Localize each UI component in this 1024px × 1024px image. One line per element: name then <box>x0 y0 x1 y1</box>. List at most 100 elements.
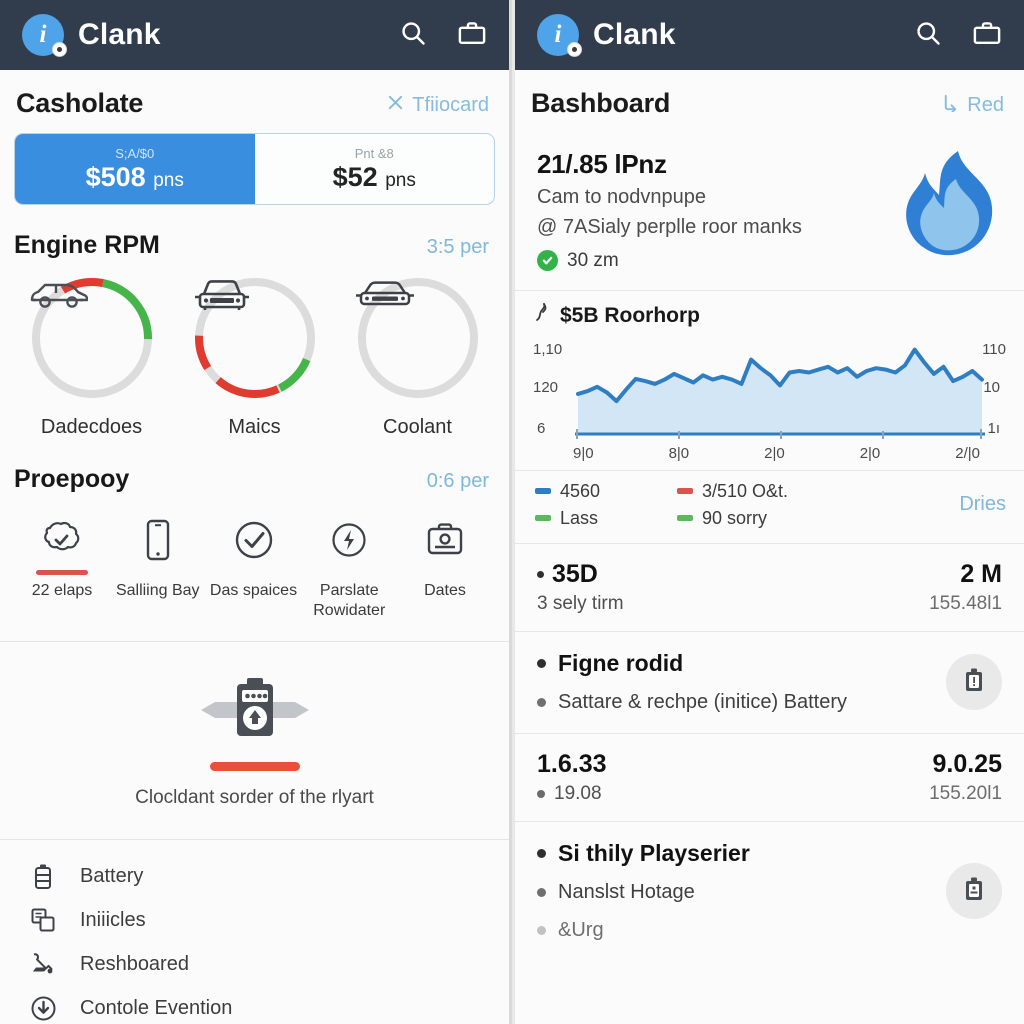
page-title: Casholate <box>16 88 144 118</box>
battery-module-icon <box>961 666 987 699</box>
stat-row-primary: 35D <box>537 560 624 589</box>
avatar[interactable]: i <box>537 14 582 57</box>
segment-1-caption: S;A/$0 <box>115 145 155 161</box>
search-icon[interactable] <box>399 19 427 52</box>
stat-row[interactable]: 35D 3 sely tirm 2 M 155.48l1 <box>515 544 1024 632</box>
stat-row-left: 35D 3 sely tirm <box>537 560 624 615</box>
stat-row-primary: 1.6.33 <box>537 750 607 779</box>
briefcase-icon[interactable] <box>972 19 1002 52</box>
list-item[interactable]: Battery <box>0 854 509 898</box>
blue-flame-icon <box>902 149 1000 266</box>
quick-action-label: 22 elaps <box>31 582 93 599</box>
list-item-label: Battery <box>80 864 144 887</box>
quick-section-meta[interactable]: 0:6 per <box>427 470 489 493</box>
left-menu-list: Battery Iniiicles Reshboared Contole Eve… <box>0 840 509 1024</box>
legend-item[interactable]: 3/510 O&t. <box>677 481 788 502</box>
segment-1-value: $508 pns <box>86 162 184 193</box>
battery-module-button[interactable] <box>946 654 1002 711</box>
gauge-item[interactable]: Maics <box>180 274 330 439</box>
x-axis-tick-5: 2/|0 <box>955 444 980 462</box>
quick-action-item[interactable]: Salliing Bay <box>112 512 204 621</box>
x-axis-tick-4: 2|0 <box>859 444 881 462</box>
toolbox-icon <box>399 512 491 568</box>
quick-action-item[interactable]: 22 elaps <box>16 512 108 621</box>
bullet-dot-icon <box>537 658 546 668</box>
tools-icon <box>28 951 58 977</box>
segment-2-caption: Pnt &8 <box>354 145 394 161</box>
bullet-dot-icon <box>537 570 544 578</box>
phone-icon <box>112 512 204 568</box>
segment-option-1[interactable]: S;A/$0 $508 pns <box>15 134 255 204</box>
bullet-row-title: Figne rodid <box>558 649 684 676</box>
legend-label: 90 sorry <box>702 507 768 528</box>
discard-link-label: Tfiiocard <box>412 94 489 116</box>
gauge-label: Coolant <box>383 416 452 438</box>
bullet-row-title-line: Si thily Playserier <box>537 840 750 867</box>
discard-link[interactable]: Tfiiocard <box>386 93 489 118</box>
engine-section-meta[interactable]: 3:5 per <box>427 236 489 259</box>
gauge-item[interactable]: Coolant <box>343 274 493 439</box>
empty-state-underline <box>209 762 300 771</box>
bullet-item: Nanslst Hotage <box>537 879 750 905</box>
legend-item[interactable]: Lass <box>535 508 655 529</box>
suv-car-icon <box>28 274 156 402</box>
bullet-dot-icon <box>537 789 545 798</box>
dual-panel-screen: i Clank Casholate Tfiiocard S;A/$0 $508 … <box>0 0 1024 1024</box>
x-axis-tick-3: 2|0 <box>764 444 785 462</box>
x-axis-tick-2: 8|0 <box>668 444 690 462</box>
bullet-dot-icon <box>537 697 546 707</box>
chart-plot-area: 1,10 120 6 110 10 1ı <box>533 335 1008 443</box>
list-item-label: Reshboared <box>80 952 189 975</box>
stat-row-left: 1.6.33 19.08 <box>537 750 607 805</box>
legend-action-link[interactable]: Dries <box>959 493 1006 516</box>
close-x-icon <box>386 93 405 118</box>
chart-title: $5B Roorhorp <box>560 303 701 327</box>
trend-icon <box>533 302 551 329</box>
stat-row-right: 9.0.25 155.20l1 <box>929 750 1002 805</box>
cloud-check-icon <box>16 512 108 568</box>
gauge-ring-2 <box>191 274 319 402</box>
list-item[interactable]: Contole Evention <box>0 986 509 1024</box>
avatar-badge <box>52 42 67 57</box>
bullet-dot-icon <box>537 848 546 858</box>
quick-action-label: Salliing Bay <box>115 582 200 599</box>
segment-1-unit: pns <box>153 169 184 191</box>
y-axis-tick-right-1: 110 <box>982 340 1006 358</box>
segment-option-2[interactable]: Pnt &8 $52 pns <box>255 134 495 204</box>
briefcase-icon[interactable] <box>457 19 487 52</box>
app-title: Clank <box>593 18 676 51</box>
list-item[interactable]: Iniiicles <box>0 898 509 942</box>
download-circle-icon <box>28 995 58 1022</box>
bullet-row[interactable]: Si thily Playserier Nanslst Hotage &Urg <box>515 822 1024 961</box>
bullet-row[interactable]: Figne rodid Sattare & rechpe (initice) B… <box>515 632 1024 734</box>
list-item-label: Iniiicles <box>80 908 146 931</box>
stat-row-right-value: 9.0.25 <box>932 749 1002 778</box>
share-icon <box>941 93 960 118</box>
bullet-item-text: Nanslst Hotage <box>558 880 695 903</box>
engine-section-title: Engine RPM <box>14 231 160 259</box>
list-item-label: Contole Evention <box>80 996 233 1019</box>
hero-text-block: 21/.85 lPnz Cam to nodvnpupe @ 7ASialy p… <box>537 149 802 272</box>
quick-section-title: Proepooy <box>14 465 130 493</box>
quick-action-item[interactable]: Parslate Rowidater <box>303 512 395 621</box>
quick-action-item[interactable]: Das spaices <box>208 512 300 621</box>
stat-row[interactable]: 1.6.33 19.08 9.0.25 155.20l1 <box>515 734 1024 822</box>
legend-label: Lass <box>560 507 599 528</box>
stat-row-value: 35D <box>552 559 598 588</box>
bullet-dot-icon <box>537 925 546 935</box>
battery-module-button[interactable] <box>946 863 1002 920</box>
quick-action-item[interactable]: Dates <box>399 512 491 621</box>
avatar[interactable]: i <box>22 14 67 57</box>
search-icon[interactable] <box>914 19 942 52</box>
gauge-item[interactable]: Dadecdoes <box>17 274 167 439</box>
share-link[interactable]: Red <box>941 93 1004 118</box>
front-car-icon <box>191 274 319 402</box>
stat-row-subtext: 3 sely tirm <box>537 592 624 614</box>
legend-item[interactable]: 90 sorry <box>677 508 788 529</box>
quick-action-label: Parslate Rowidater <box>313 582 386 619</box>
bullet-item: &Urg <box>537 917 750 943</box>
legend-item[interactable]: 4560 <box>535 481 655 502</box>
gauge-label: Maics <box>228 416 281 438</box>
legend-swatch <box>535 488 551 495</box>
list-item[interactable]: Reshboared <box>0 942 509 986</box>
